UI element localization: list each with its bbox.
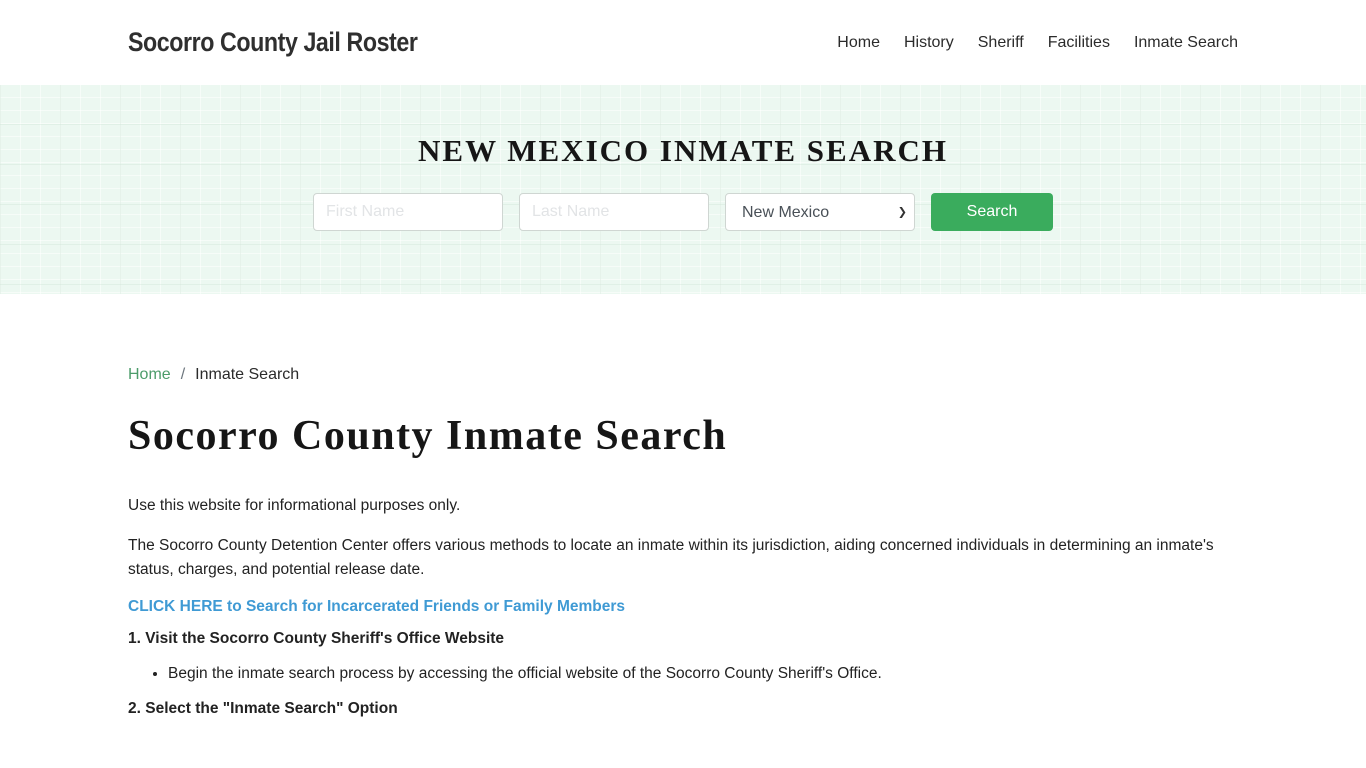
- step-2-heading: 2. Select the "Inmate Search" Option: [128, 700, 398, 717]
- page-title: Socorro County Inmate Search: [128, 413, 728, 459]
- main-nav: Home History Sheriff Facilities Inmate S…: [825, 34, 1238, 52]
- nav-sheriff[interactable]: Sheriff: [966, 34, 1036, 52]
- nav-inmate-search[interactable]: Inmate Search: [1122, 34, 1238, 52]
- nav-facilities[interactable]: Facilities: [1036, 34, 1122, 52]
- state-select[interactable]: New Mexico: [725, 193, 915, 231]
- list-item: Begin the inmate search process by acces…: [168, 662, 1238, 686]
- search-button[interactable]: Search: [931, 193, 1053, 231]
- step-1-list: Begin the inmate search process by acces…: [128, 662, 1238, 686]
- search-family-link[interactable]: CLICK HERE to Search for Incarcerated Fr…: [128, 598, 625, 616]
- intro-text: Use this website for informational purpo…: [128, 497, 461, 514]
- inmate-search-form: New Mexico ❯ Search: [313, 193, 1053, 231]
- hero-title: NEW MEXICO INMATE SEARCH: [418, 133, 948, 168]
- site-brand[interactable]: Socorro County Jail Roster: [128, 27, 418, 58]
- first-name-input[interactable]: [313, 193, 503, 231]
- description-text: The Socorro County Detention Center offe…: [128, 537, 1214, 578]
- search-hero: NEW MEXICO INMATE SEARCH New Mexico ❯ Se…: [0, 85, 1366, 294]
- state-select-wrapper: New Mexico ❯: [725, 193, 915, 231]
- main-content: Home / Inmate Search Socorro County Inma…: [0, 294, 1366, 718]
- nav-history[interactable]: History: [892, 34, 966, 52]
- breadcrumb: Home / Inmate Search: [128, 366, 1238, 384]
- step-1-heading: 1. Visit the Socorro County Sheriff's Of…: [128, 630, 505, 647]
- last-name-input[interactable]: [519, 193, 709, 231]
- breadcrumb-separator: /: [180, 366, 186, 383]
- breadcrumb-current: Inmate Search: [195, 366, 300, 383]
- breadcrumb-home[interactable]: Home: [128, 366, 171, 384]
- nav-home[interactable]: Home: [825, 34, 892, 52]
- site-header: Socorro County Jail Roster Home History …: [0, 0, 1366, 85]
